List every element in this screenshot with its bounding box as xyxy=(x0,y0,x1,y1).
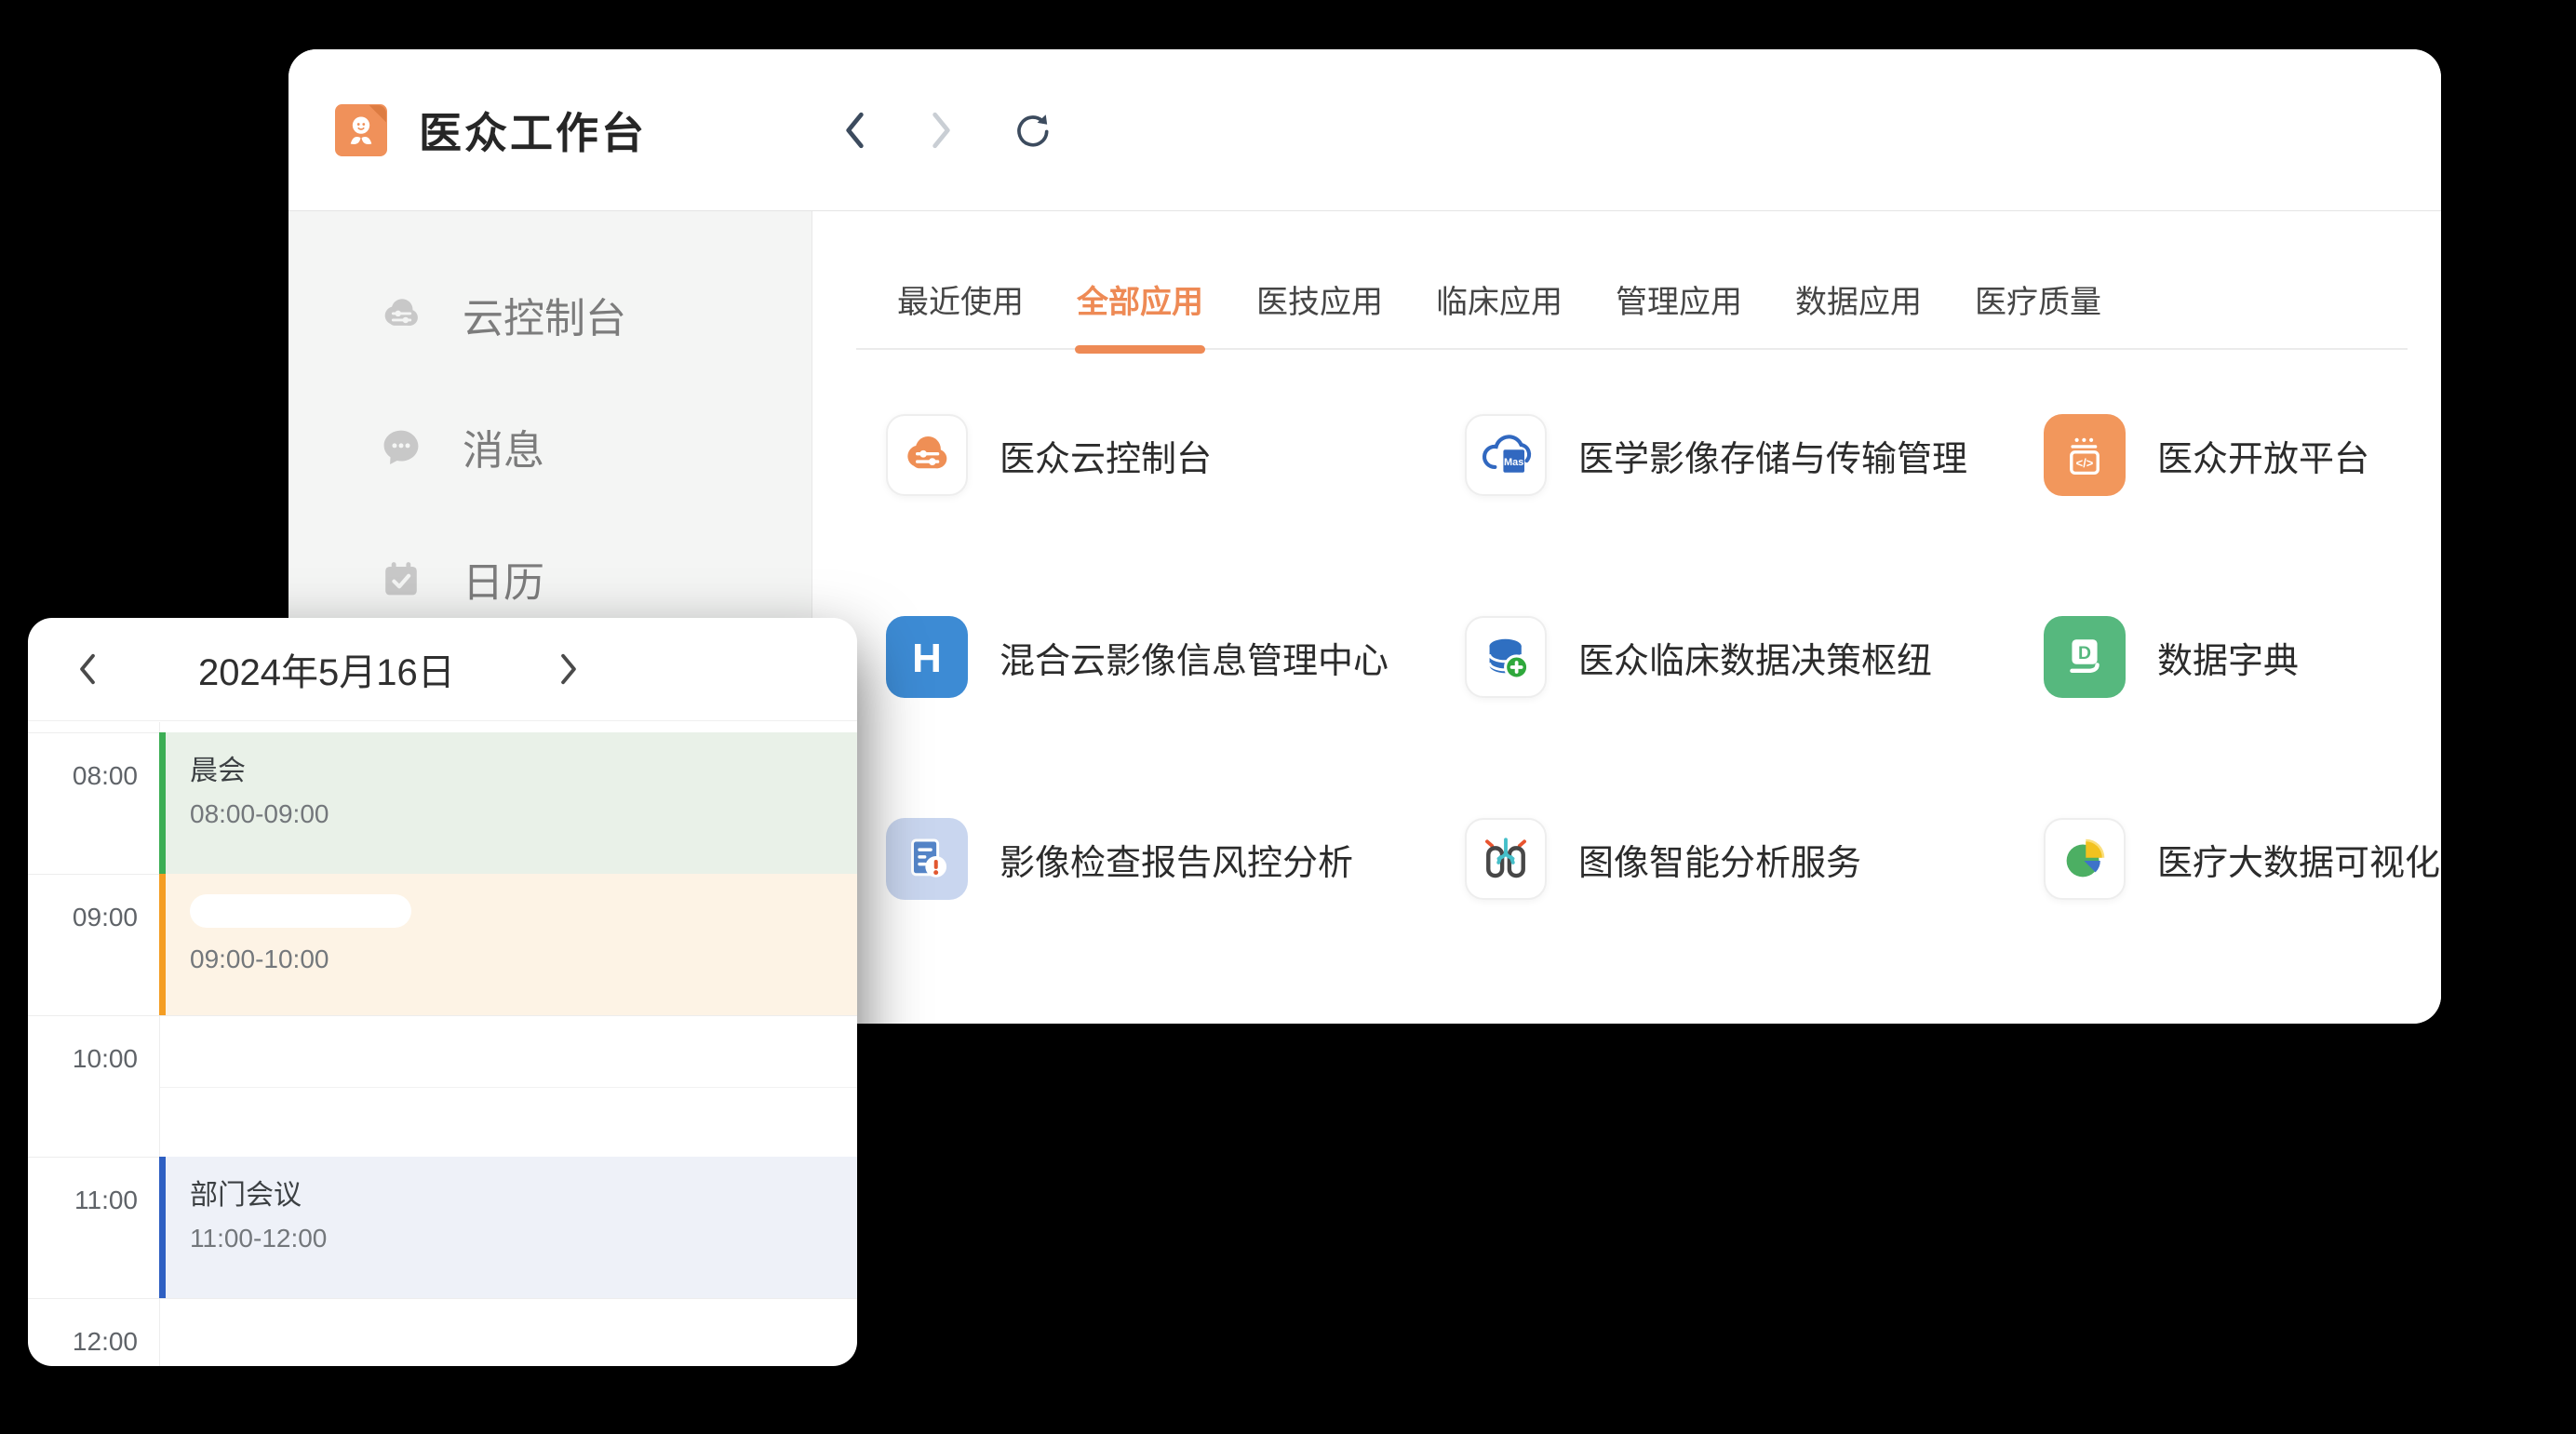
calendar-event-3[interactable]: 部门会议 11:00-12:00 xyxy=(159,1157,857,1298)
app-label: 医众云控制台 xyxy=(1000,430,1212,481)
event-title: 晨会 xyxy=(190,747,857,788)
desktop-background: { "colors": { "accent": "#EE8A55", "page… xyxy=(0,0,2576,1434)
sidebar-item-label: 云控制台 xyxy=(463,285,626,344)
svg-text:H: H xyxy=(912,636,942,681)
app-item-5[interactable]: 医众临床数据决策枢纽 xyxy=(1465,616,2044,698)
app-label: 图像智能分析服务 xyxy=(1578,834,1861,885)
app-item-4[interactable]: H 混合云影像信息管理中心 xyxy=(886,616,1465,698)
app-label: 医众开放平台 xyxy=(2157,430,2369,481)
event-time: 11:00-12:00 xyxy=(190,1224,857,1253)
event-time: 08:00-09:00 xyxy=(190,799,857,829)
calendar-panel: 2024年5月16日 08:0009:0010:0011:0012:00晨会08… xyxy=(28,618,857,1366)
cloud-settings-icon xyxy=(377,290,425,339)
refresh-button[interactable] xyxy=(1008,109,1051,152)
app-title: 医众工作台 xyxy=(419,100,647,161)
sidebar-item-label: 消息 xyxy=(463,417,544,476)
report-warning-icon xyxy=(886,818,968,900)
cloud-sliders-icon xyxy=(886,414,968,496)
lungs-icon xyxy=(1465,818,1547,900)
event-title: 部门会议 xyxy=(190,1172,857,1213)
back-button[interactable] xyxy=(833,109,876,152)
sidebar-item-2[interactable]: 消息 xyxy=(288,381,812,513)
content-area: 最近使用全部应用医技应用临床应用管理应用数据应用医疗质量 医众云控制台 Mas医… xyxy=(812,211,2441,1024)
tab-5[interactable]: 管理应用 xyxy=(1616,276,1742,348)
window-header: 医众工作台 xyxy=(288,49,2441,211)
svg-text:Mas: Mas xyxy=(1504,457,1523,468)
app-item-9[interactable]: 医疗大数据可视化 xyxy=(2044,818,2440,900)
app-item-2[interactable]: Mas 医学影像存储与传输管理 xyxy=(1465,414,2044,496)
sidebar-item-1[interactable]: 云控制台 xyxy=(288,248,812,381)
app-grid: 医众云控制台 Mas 医学影像存储与传输管理 </> 医众开放平台 H 混合云影像信息… xyxy=(886,414,2440,1020)
letter-tile-icon: H xyxy=(886,616,968,698)
app-label: 医学影像存储与传输管理 xyxy=(1578,430,1967,481)
calendar-date-label: 2024年5月16日 xyxy=(198,642,455,696)
calendar-check-icon xyxy=(377,555,425,603)
message-bubble-icon xyxy=(377,422,425,471)
app-label: 医疗大数据可视化 xyxy=(2157,834,2440,885)
nav-controls xyxy=(833,49,1051,210)
calendar-day-grid: 08:00 09:00 10:00 11:00 12:00 晨会 08:00-09:00 09… xyxy=(28,732,857,1366)
app-item-1[interactable]: 医众云控制台 xyxy=(886,414,1465,496)
app-label: 数据字典 xyxy=(2157,632,2299,683)
app-item-6[interactable]: D 数据字典 xyxy=(2044,616,2440,698)
app-label: 混合云影像信息管理中心 xyxy=(1000,632,1389,683)
time-slot-label: 08:00 xyxy=(28,761,138,791)
dictionary-book-icon: D xyxy=(2044,616,2126,698)
app-item-3[interactable]: </> 医众开放平台 xyxy=(2044,414,2440,496)
pie-chart-icon xyxy=(2044,818,2126,900)
time-slot-label: 09:00 xyxy=(28,903,138,932)
tab-6[interactable]: 数据应用 xyxy=(1795,276,1922,348)
svg-text:</>: </> xyxy=(2076,456,2094,470)
calendar-row-12:00: 12:00 xyxy=(28,1298,857,1366)
tab-4[interactable]: 临床应用 xyxy=(1436,276,1563,348)
cloud-mas-icon: Mas xyxy=(1465,414,1547,496)
calendar-row-10:00: 10:00 xyxy=(28,1015,857,1157)
half-hour-gridline xyxy=(159,1087,857,1088)
calendar-event-1[interactable]: 晨会 08:00-09:00 xyxy=(159,732,857,874)
calendar-header: 2024年5月16日 xyxy=(28,618,857,721)
database-plus-icon xyxy=(1465,616,1547,698)
app-item-8[interactable]: 图像智能分析服务 xyxy=(1465,818,2044,900)
app-label: 影像检查报告风控分析 xyxy=(1000,834,1353,885)
tab-7[interactable]: 医疗质量 xyxy=(1975,276,2101,348)
time-slot-label: 12:00 xyxy=(28,1327,138,1357)
code-window-icon: </> xyxy=(2044,414,2126,496)
sidebar-item-label: 日历 xyxy=(463,549,544,609)
tab-bar: 最近使用全部应用医技应用临床应用管理应用数据应用医疗质量 xyxy=(856,276,2408,350)
event-time: 09:00-10:00 xyxy=(190,945,857,974)
forward-button[interactable] xyxy=(920,109,963,152)
calendar-event-2[interactable]: 09:00-10:00 xyxy=(159,874,857,1015)
time-slot-label: 11:00 xyxy=(28,1186,138,1215)
tab-1[interactable]: 最近使用 xyxy=(897,276,1024,348)
time-slot-label: 10:00 xyxy=(28,1044,138,1074)
event-title-redacted xyxy=(190,894,411,928)
tab-2-active[interactable]: 全部应用 xyxy=(1077,276,1203,348)
calendar-next-button[interactable] xyxy=(557,650,582,688)
svg-text:D: D xyxy=(2078,643,2091,663)
tab-3[interactable]: 医技应用 xyxy=(1256,276,1383,348)
app-label: 医众临床数据决策枢纽 xyxy=(1578,632,1932,683)
app-item-7[interactable]: 影像检查报告风控分析 xyxy=(886,818,1465,900)
app-logo-mascot-icon xyxy=(335,104,387,156)
calendar-prev-button[interactable] xyxy=(76,650,101,688)
